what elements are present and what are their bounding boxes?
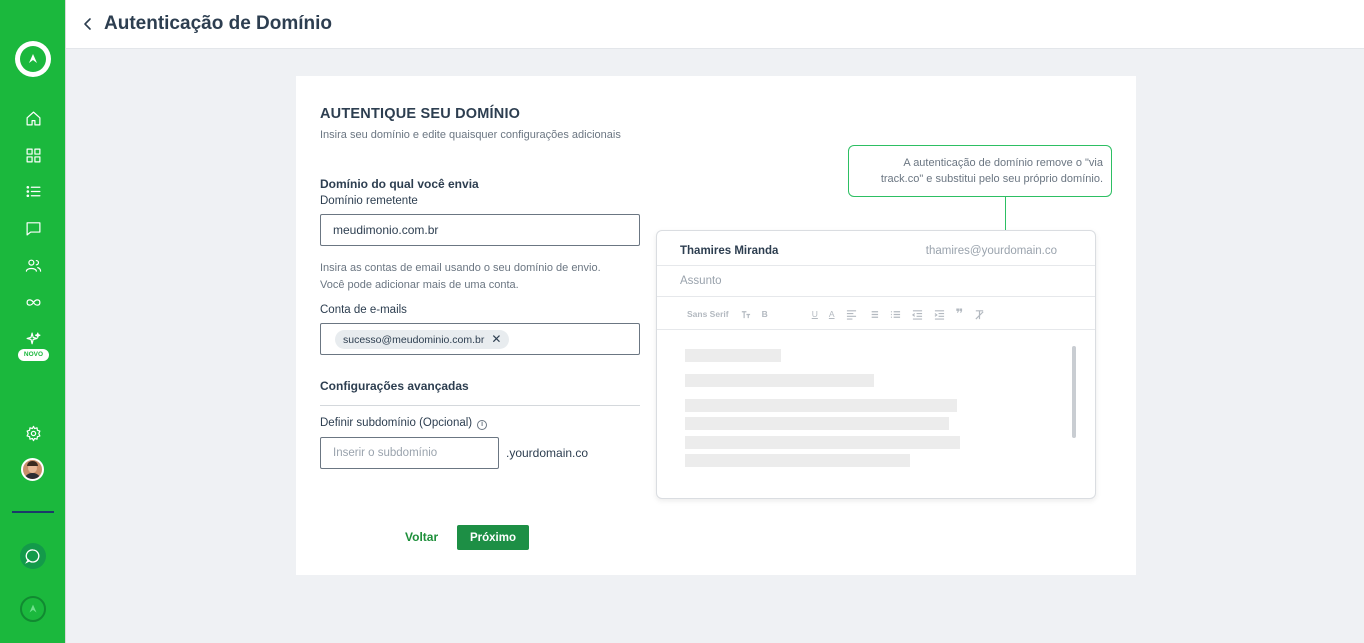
sparkle-icon[interactable] [21, 327, 45, 351]
sender-domain-label: Domínio remetente [320, 195, 418, 207]
clear-format-icon [974, 309, 985, 320]
skeleton-line [685, 417, 949, 430]
quote-icon: ❞ [955, 306, 964, 321]
skeleton-line [685, 374, 874, 387]
message-icon[interactable] [21, 216, 45, 240]
preview-divider [657, 296, 1095, 297]
users-icon[interactable] [21, 253, 45, 277]
card-subtitle: Insira seu domínio e edite quaisquer con… [320, 129, 621, 141]
list-icon[interactable] [21, 179, 45, 203]
email-accounts-input[interactable]: sucesso@meudominio.com.br ✕ [320, 323, 640, 355]
advanced-section-heading: Configurações avançadas [320, 379, 469, 393]
back-button[interactable]: Voltar [405, 530, 438, 544]
outdent-icon [911, 309, 923, 320]
info-tooltip: A autenticação de domínio remove o "via … [848, 145, 1112, 197]
skeleton-line [685, 349, 781, 362]
email-chip: sucesso@meudominio.com.br ✕ [335, 330, 510, 349]
font-selector: Sans Serif [687, 309, 729, 319]
back-arrow-icon[interactable] [78, 14, 98, 34]
domain-auth-card: AUTENTIQUE SEU DOMÍNIO Insira seu domíni… [296, 76, 1136, 575]
dashboard-grid-icon[interactable] [21, 143, 45, 167]
underline-label: U [811, 309, 818, 319]
help-line-1: Insira as contas de email usando o seu d… [320, 262, 601, 274]
preview-divider [657, 329, 1095, 330]
card-title: AUTENTIQUE SEU DOMÍNIO [320, 106, 521, 122]
align-icon [846, 309, 857, 320]
remove-chip-close-icon[interactable]: ✕ [491, 330, 501, 349]
home-icon[interactable] [21, 106, 45, 130]
ordered-list-icon [868, 309, 879, 320]
settings-gear-icon[interactable] [21, 421, 45, 445]
preview-editor-toolbar: Sans Serif B U A ❞ [687, 306, 996, 321]
sender-domain-input[interactable]: meudimonio.com.br [320, 214, 640, 246]
email-accounts-label: Conta de e-mails [320, 304, 407, 316]
indent-icon [934, 309, 945, 320]
tooltip-line-1: A autenticação de domínio remove o "via [903, 157, 1103, 169]
subdomain-input[interactable] [320, 437, 499, 469]
bullet-list-icon [890, 309, 901, 320]
next-button[interactable]: Próximo [457, 525, 529, 550]
sender-section-heading: Domínio do qual você envia [320, 177, 479, 191]
email-chip-text: sucesso@meudominio.com.br [343, 333, 485, 346]
email-accounts-help: Insira as contas de email usando o seu d… [320, 260, 640, 294]
skeleton-line [685, 436, 960, 449]
tooltip-line-2: track.co" e substitui pelo seu próprio d… [880, 173, 1103, 185]
email-preview: Thamires Miranda thamires@yourdomain.co … [656, 230, 1096, 499]
sidebar-divider [12, 511, 54, 513]
preview-sender-name: Thamires Miranda [680, 245, 779, 257]
preview-scrollbar[interactable] [1072, 346, 1076, 438]
advanced-divider [320, 405, 640, 406]
font-size-icon [740, 309, 751, 320]
sidebar: NOVO [0, 0, 66, 643]
domain-suffix: .yourdomain.co [506, 446, 589, 460]
novo-badge: NOVO [18, 349, 49, 361]
skeleton-line [685, 399, 957, 412]
skeleton-line [685, 454, 910, 467]
chat-support-icon[interactable] [20, 543, 46, 569]
text-color-label: A [828, 309, 835, 319]
preview-divider [657, 265, 1095, 266]
subdomain-label: Definir subdomínio (Opcional) i [320, 417, 488, 430]
help-line-2: Você pode adicionar mais de uma conta. [320, 279, 519, 291]
preview-subject: Assunto [680, 275, 722, 287]
user-avatar[interactable] [21, 458, 44, 481]
brand-logo-icon [20, 596, 46, 622]
bold-label: B [761, 309, 768, 319]
info-icon[interactable]: i [477, 419, 488, 430]
page-title: Autenticação de Domínio [104, 13, 333, 34]
app-logo[interactable] [15, 41, 51, 77]
infinity-icon[interactable] [21, 290, 45, 314]
logo-rocket-icon [20, 46, 46, 72]
preview-sender-email: thamires@yourdomain.co [925, 245, 1057, 257]
subdomain-label-text: Definir subdomínio (Opcional) [320, 417, 473, 429]
top-header: Autenticação de Domínio [66, 0, 1364, 49]
